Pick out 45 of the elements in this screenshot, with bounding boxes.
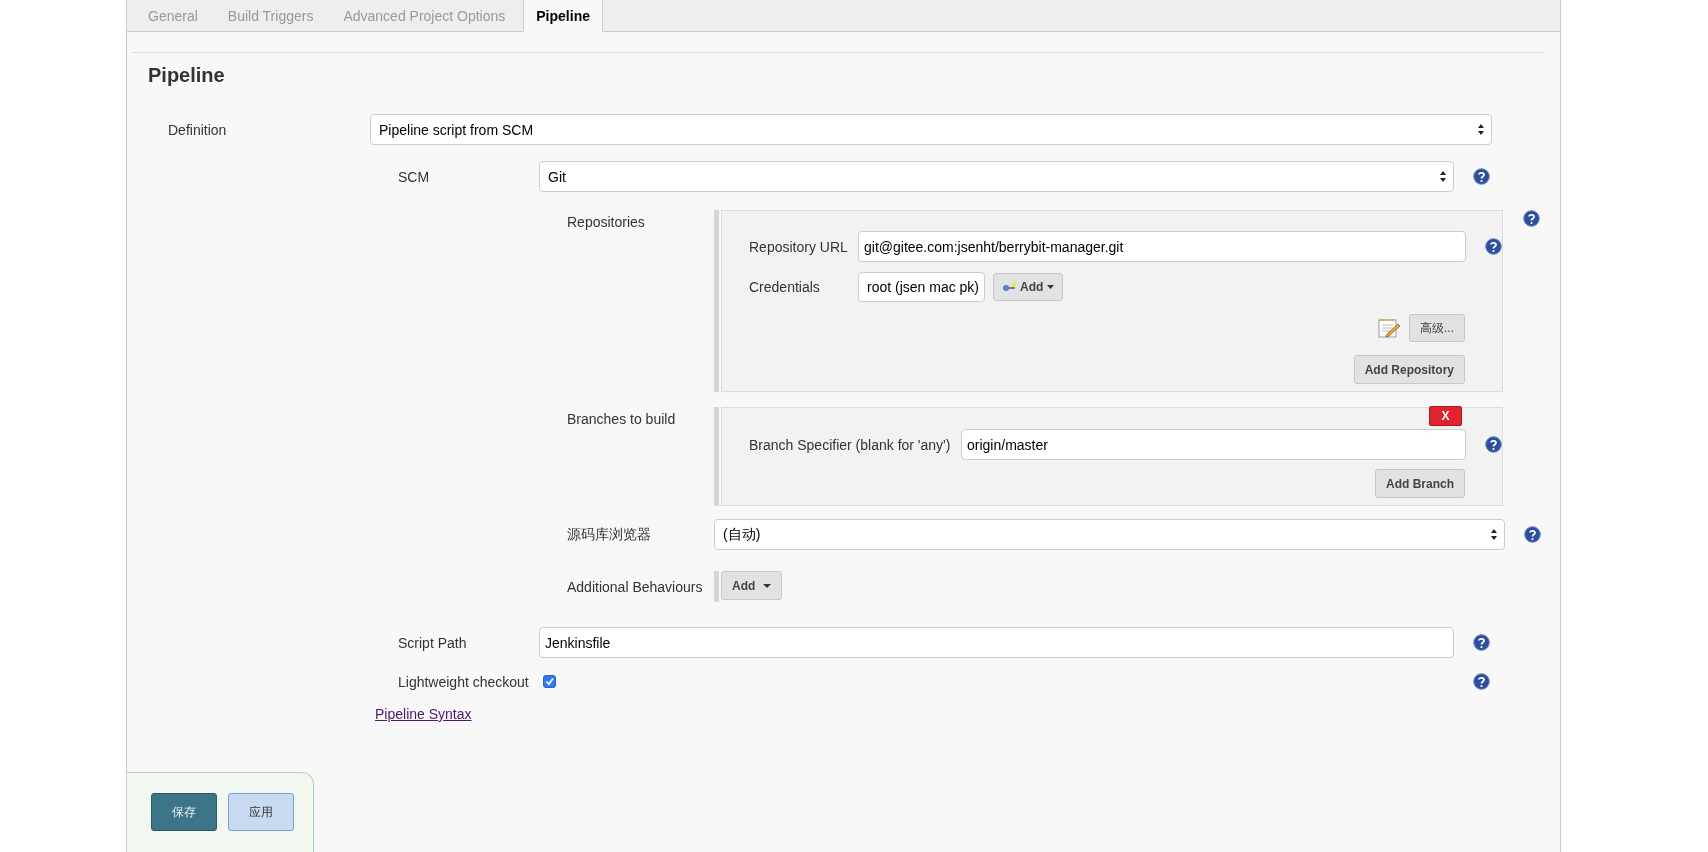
field-label: Branches to build xyxy=(567,411,677,427)
help-icon[interactable] xyxy=(1485,436,1502,453)
script-path-field[interactable]: Jenkinsfile xyxy=(539,627,1454,658)
field-label: Definition xyxy=(168,121,228,138)
add-credentials-button[interactable]: Add xyxy=(993,273,1064,301)
caret-icon xyxy=(763,583,772,588)
help-icon[interactable] xyxy=(1473,168,1490,185)
field-label: Credentials xyxy=(749,279,821,295)
scm-select[interactable]: Git xyxy=(539,161,1454,192)
definition-select[interactable]: Pipeline script from SCM xyxy=(370,114,1492,145)
field-label: Repository URL xyxy=(749,238,849,255)
credentials-select[interactable]: root (jsen mac pk) xyxy=(858,272,985,302)
add-behaviour-button[interactable]: Add xyxy=(721,571,783,600)
delete-button[interactable]: X xyxy=(1429,406,1462,426)
save-button[interactable]: 保存 xyxy=(151,793,217,831)
repository-browser-select[interactable]: (自动) xyxy=(714,519,1505,550)
help-icon[interactable] xyxy=(1473,673,1490,690)
field-label: SCM xyxy=(398,168,431,185)
field-label: Lightweight checkout xyxy=(398,673,530,690)
help-icon[interactable] xyxy=(1523,210,1540,227)
branch-specifier-field[interactable]: origin/master xyxy=(961,429,1466,460)
notepad-pencil-icon xyxy=(1378,317,1401,339)
help-icon[interactable] xyxy=(1524,526,1541,543)
select-arrows-icon xyxy=(1477,123,1485,136)
field-label: Branch Specifier (blank for 'any') xyxy=(749,436,952,453)
select-arrows-icon xyxy=(1439,170,1447,183)
field-label: 源码库浏览器 xyxy=(567,525,652,544)
tab[interactable]: Pipeline xyxy=(523,0,603,32)
field-label: Repositories xyxy=(567,214,646,230)
repository-url-field[interactable]: git@gitee.com:jsenht/berrybit-manager.git xyxy=(858,231,1466,262)
field-label: Script Path xyxy=(398,634,468,651)
section-heading: Pipeline xyxy=(148,63,226,88)
help-icon[interactable] xyxy=(1485,238,1502,255)
select-arrows-icon xyxy=(1490,528,1498,541)
add-branch-button[interactable]: Add Branch xyxy=(1375,469,1465,498)
caret-icon xyxy=(1047,285,1055,289)
check-icon xyxy=(545,677,554,686)
pipeline-syntax-link[interactable]: Pipeline Syntax xyxy=(375,706,472,722)
help-icon[interactable] xyxy=(1473,634,1490,651)
field-label: Additional Behaviours xyxy=(567,578,704,595)
add-repository-button[interactable]: Add Repository xyxy=(1353,355,1465,384)
lightweight-checkbox[interactable] xyxy=(543,675,556,688)
advanced-button[interactable]: 高级... xyxy=(1409,314,1465,342)
apply-button[interactable]: 应用 xyxy=(228,793,294,831)
key-icon xyxy=(1002,282,1016,292)
